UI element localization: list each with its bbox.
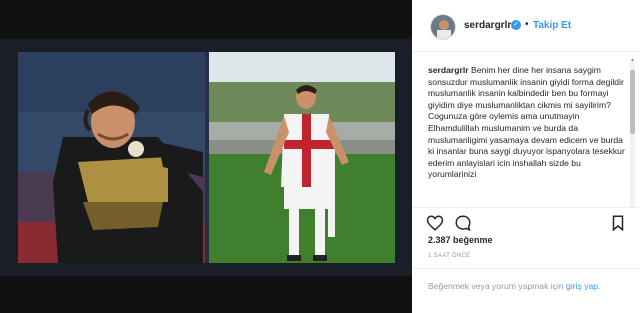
comment-icon[interactable] [454, 214, 472, 232]
action-bar [412, 207, 640, 235]
photo-right [209, 52, 395, 263]
likes-label: beğenme [453, 235, 493, 245]
photo-left [18, 52, 205, 263]
login-prompt-text: Beğenmek veya yorum yapmak için giriş ya… [428, 281, 628, 292]
post-caption: serdargrlr Benim her dine her insana say… [428, 65, 628, 205]
post-header: serdargrlr ✓ • Takip Et [412, 0, 640, 52]
caption-username[interactable]: serdargrlr [428, 65, 469, 75]
login-prompt-suffix: . [598, 281, 601, 291]
player-right-illustration [209, 52, 395, 263]
avatar[interactable] [430, 14, 456, 40]
login-prompt: Beğenmek veya yorum yapmak için giriş ya… [412, 268, 640, 313]
caption-scrollbar[interactable] [630, 62, 635, 208]
login-prompt-prefix: Beğenmek veya yorum yapmak için [428, 281, 564, 291]
player-left-illustration [18, 52, 205, 263]
bookmark-icon[interactable] [609, 214, 627, 232]
post-image[interactable] [18, 52, 395, 263]
likes-number: 2.387 [428, 235, 451, 245]
caption-text: Benim her dine her insana saygim sonsuzd… [428, 65, 625, 180]
login-link[interactable]: giriş yap [566, 281, 598, 291]
likes-count[interactable]: 2.387 beğenme [428, 235, 493, 245]
verified-badge-icon: ✓ [511, 20, 521, 30]
separator-dot: • [525, 19, 529, 30]
heart-icon[interactable] [426, 214, 444, 232]
avatar-image [431, 15, 455, 39]
username[interactable]: serdargrlr [464, 20, 511, 31]
scroll-thumb[interactable] [630, 70, 635, 134]
post-timestamp: 1 SAAT ÖNCE [428, 253, 471, 259]
post-sidebar: serdargrlr ✓ • Takip Et serdargrlr Benim… [412, 0, 640, 313]
follow-button[interactable]: Takip Et [533, 20, 571, 31]
